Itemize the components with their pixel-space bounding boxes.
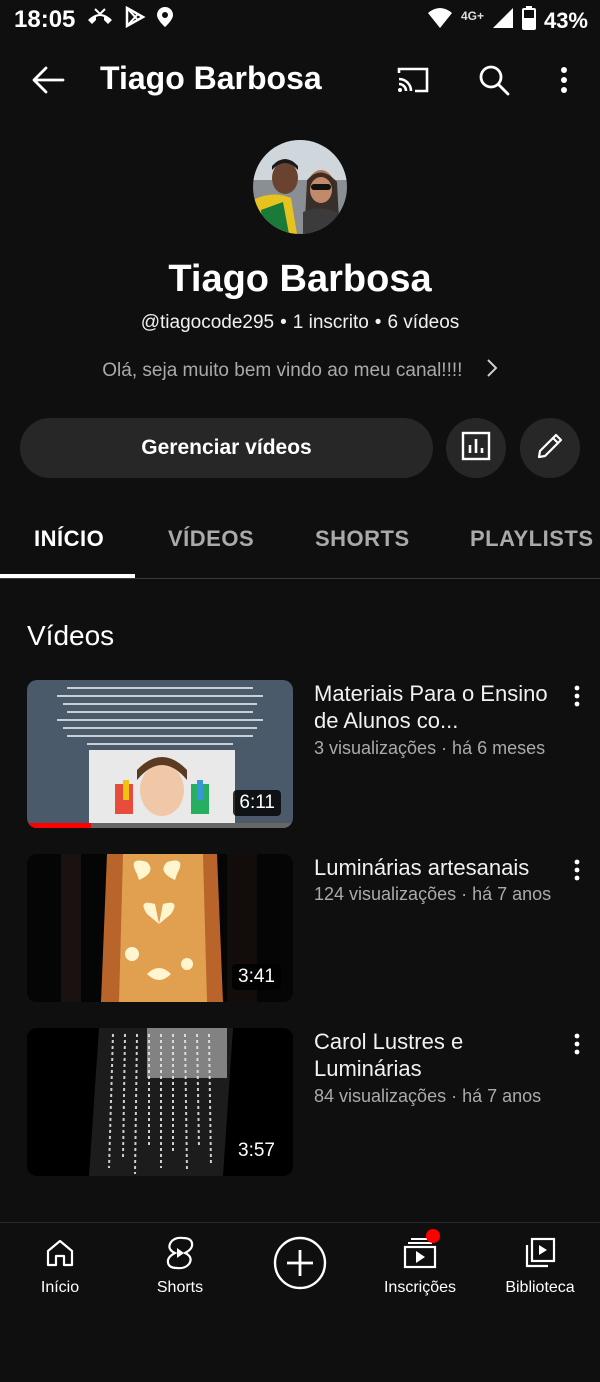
signal-icon [492, 7, 514, 35]
tab-shorts[interactable]: SHORTS [315, 526, 410, 552]
video-title[interactable]: Luminárias artesanais [314, 854, 559, 881]
play-store-icon [124, 5, 146, 33]
video-title[interactable]: Materiais Para o Ensino de Alunos co... [314, 680, 559, 734]
subscriber-count: 1 inscrito [292, 312, 369, 333]
video-duration: 3:41 [232, 964, 281, 990]
more-vert-icon[interactable] [550, 60, 578, 100]
video-thumbnail[interactable]: 3:57 [27, 1028, 293, 1176]
cast-icon[interactable] [392, 60, 434, 100]
nav-home-label: Início [40, 1279, 80, 1296]
tab-videos[interactable]: VÍDEOS [168, 526, 254, 552]
home-icon [0, 1233, 120, 1273]
create-plus-icon [240, 1233, 360, 1293]
nav-create[interactable] [240, 1233, 360, 1293]
status-right: 4G+ 43% [427, 6, 588, 36]
channel-avatar[interactable] [253, 140, 347, 234]
nav-library[interactable]: Biblioteca [480, 1233, 600, 1297]
chevron-right-icon [486, 359, 498, 383]
channel-meta: @tiagocode295 • 1 inscrito • 6 vídeos [140, 312, 460, 333]
video-title[interactable]: Carol Lustres e Luminárias [314, 1028, 559, 1082]
section-title: Vídeos [27, 620, 115, 651]
channel-tabs: INÍCIO VÍDEOS SHORTS PLAYLISTS [0, 510, 600, 579]
wifi-icon [427, 7, 453, 35]
network-type: 4G+ [460, 9, 484, 23]
bottom-navigation: Início Shorts Inscrições Biblioteca [0, 1222, 600, 1382]
video-duration: 6:11 [233, 790, 281, 816]
more-vert-icon[interactable] [567, 684, 587, 708]
tab-playlists[interactable]: PLAYLISTS [470, 526, 594, 552]
subscriptions-icon [360, 1229, 480, 1273]
nav-home[interactable]: Início [0, 1233, 120, 1297]
channel-handle[interactable]: @tiagocode295 [141, 312, 274, 333]
video-meta: 84 visualizações · há 7 anos [314, 1086, 542, 1106]
channel-description[interactable]: Olá, seja muito bem vindo ao meu canal!!… [0, 358, 600, 384]
location-icon [156, 6, 174, 33]
pencil-icon [535, 431, 565, 466]
status-time: 18:05 [14, 6, 76, 33]
video-meta: 3 visualizações · há 6 meses [314, 738, 546, 758]
status-left-icons [86, 5, 174, 33]
video-item[interactable]: 3:41 Luminárias artesanais 124 visualiza… [27, 854, 587, 1002]
battery-icon [521, 6, 536, 36]
manage-videos-button[interactable]: Gerenciar vídeos [20, 418, 433, 478]
tab-inicio[interactable]: INÍCIO [34, 526, 104, 552]
battery-level: 43% [543, 8, 588, 33]
page-title: Tiago Barbosa [100, 60, 322, 96]
nav-shorts[interactable]: Shorts [120, 1233, 240, 1297]
video-meta: 124 visualizações · há 7 anos [314, 884, 552, 904]
nav-shorts-label: Shorts [156, 1279, 204, 1296]
more-vert-icon[interactable] [567, 858, 587, 882]
channel-name: Tiago Barbosa [168, 258, 432, 300]
video-duration: 3:57 [232, 1138, 281, 1164]
missed-call-icon [86, 6, 114, 33]
channel-description-text: Olá, seja muito bem vindo ao meu canal!!… [102, 360, 463, 382]
shorts-icon [120, 1233, 240, 1273]
analytics-icon [461, 431, 491, 466]
nav-subscriptions-label: Inscrições [383, 1279, 457, 1296]
watch-progress-bar [27, 823, 91, 828]
video-count: 6 vídeos [387, 312, 460, 333]
analytics-button[interactable] [446, 418, 506, 478]
video-thumbnail[interactable]: 6:11 [27, 680, 293, 828]
active-tab-indicator [0, 574, 135, 578]
video-thumbnail[interactable]: 3:41 [27, 854, 293, 1002]
library-icon [480, 1233, 600, 1273]
nav-subscriptions[interactable]: Inscrições [360, 1229, 480, 1297]
search-icon[interactable] [474, 60, 514, 100]
more-vert-icon[interactable] [567, 1032, 587, 1056]
back-arrow-icon[interactable] [28, 60, 68, 100]
video-item[interactable]: 6:11 Materiais Para o Ensino de Alunos c… [27, 680, 587, 828]
edit-channel-button[interactable] [520, 418, 580, 478]
nav-library-label: Biblioteca [505, 1279, 575, 1296]
notification-badge [426, 1229, 440, 1243]
video-item[interactable]: 3:57 Carol Lustres e Luminárias 84 visua… [27, 1028, 587, 1176]
